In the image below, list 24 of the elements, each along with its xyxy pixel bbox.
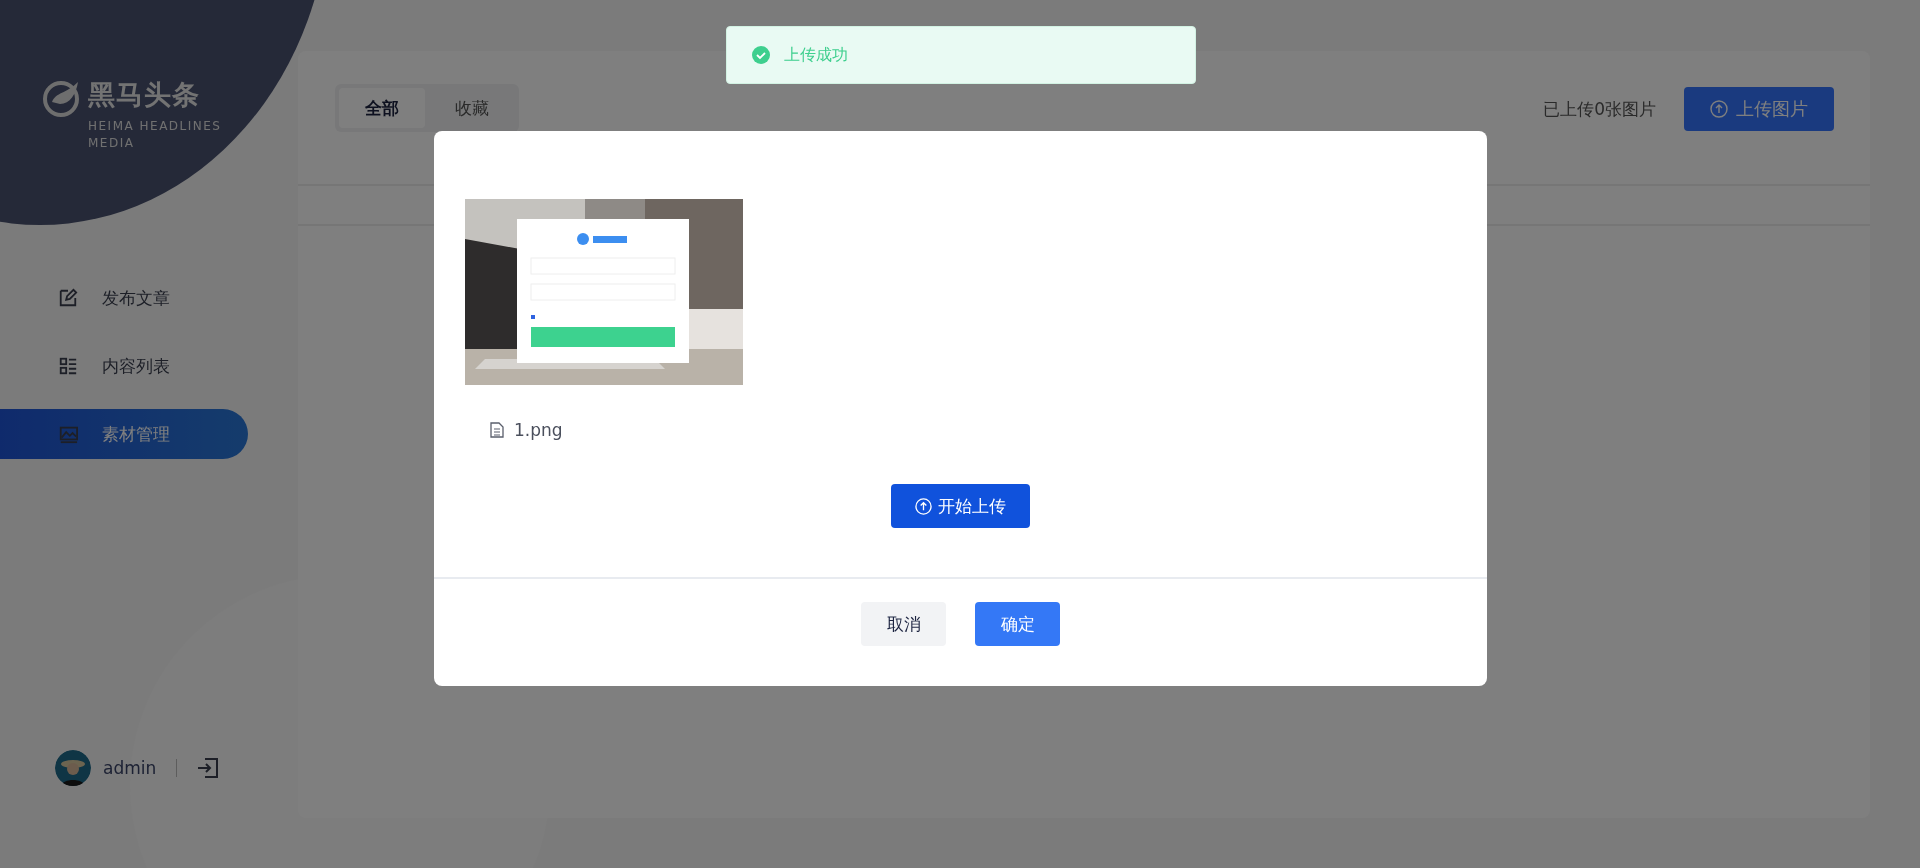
image-icon bbox=[58, 424, 78, 444]
nav-item[interactable]: 内容列表 bbox=[0, 341, 248, 391]
cancel-button[interactable]: 取消 bbox=[861, 602, 946, 646]
edit-icon bbox=[58, 288, 78, 308]
logout-icon[interactable] bbox=[197, 757, 220, 779]
confirm-button[interactable]: 确定 bbox=[975, 602, 1060, 646]
file-name: 1.png bbox=[514, 420, 563, 440]
check-icon bbox=[752, 46, 770, 64]
upload-image-button[interactable]: 上传图片 bbox=[1684, 87, 1834, 131]
logo-subtitle: HEIMA HEADLINES MEDIA bbox=[88, 118, 223, 152]
nav-item[interactable]: 素材管理 bbox=[0, 409, 248, 459]
upload-icon bbox=[1710, 100, 1728, 118]
toast-message: 上传成功 bbox=[784, 44, 848, 66]
document-icon bbox=[490, 422, 504, 438]
upload-icon bbox=[915, 497, 932, 515]
logo-title: 黑马头条 bbox=[88, 78, 201, 112]
list-icon bbox=[58, 356, 78, 376]
start-upload-button[interactable]: 开始上传 bbox=[891, 484, 1030, 528]
tab[interactable]: 全部 bbox=[339, 88, 425, 128]
user-name: admin bbox=[103, 758, 157, 778]
avatar-icon[interactable] bbox=[55, 750, 91, 786]
nav-item[interactable]: 发布文章 bbox=[0, 273, 248, 323]
tab[interactable]: 收藏 bbox=[429, 88, 515, 128]
upload-count: 已上传0张图片 bbox=[1543, 97, 1656, 121]
